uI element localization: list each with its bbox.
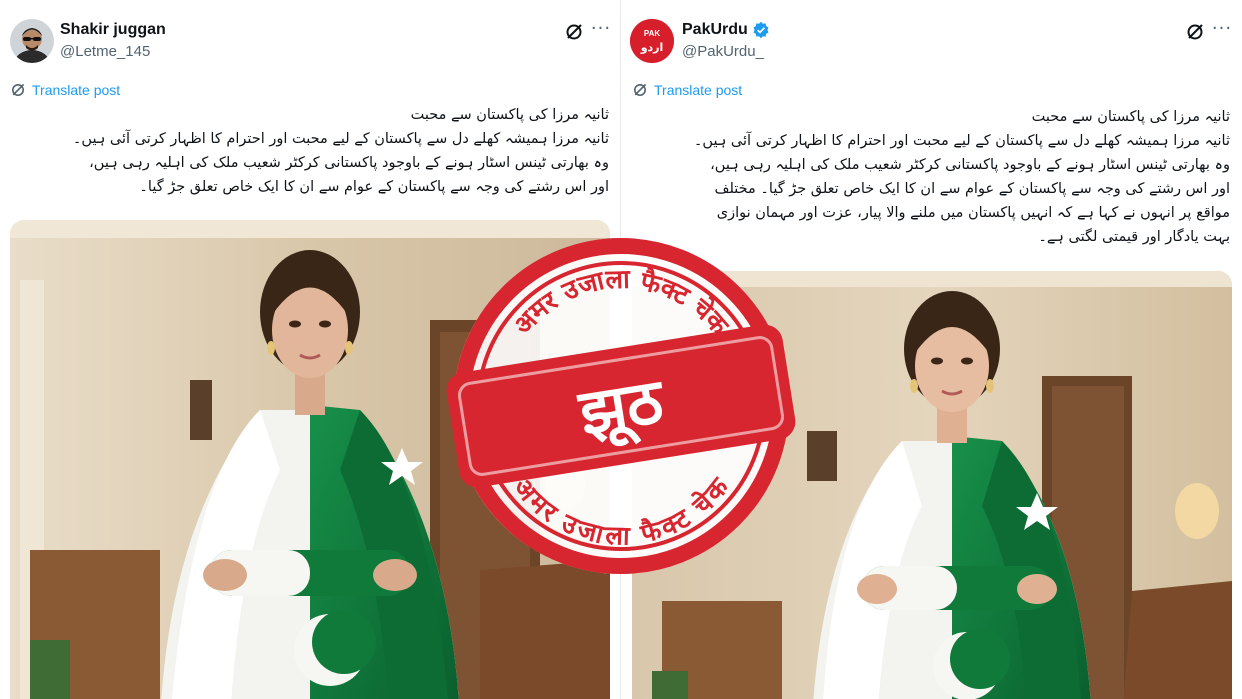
- translate-label: Translate post: [32, 82, 121, 98]
- post-text-line: ثانیہ مرزا ہمیشہ کھلے دل سے پاکستان کے ل…: [72, 131, 609, 147]
- post-text-line: اور اس رشتے کی وجہ سے پاکستان کے عوام سے…: [714, 181, 1230, 197]
- post-text: ثانیہ مرزا کی پاکستان سے محبت ثانیہ مرزا…: [73, 103, 609, 199]
- translate-label: Translate post: [654, 82, 743, 98]
- more-options-icon[interactable]: ···: [1210, 20, 1234, 44]
- avatar[interactable]: [10, 19, 54, 63]
- translate-post-link[interactable]: Translate post: [10, 82, 120, 98]
- user-handle[interactable]: @PakUrdu_: [682, 43, 764, 60]
- post-text-line: ثانیہ مرزا ہمیشہ کھلے دل سے پاکستان کے ل…: [693, 133, 1230, 149]
- verified-badge-icon: [753, 21, 769, 39]
- post-text-line: اور اس رشتے کی وجہ سے پاکستان کے عوام سے…: [139, 179, 609, 195]
- grok-icon[interactable]: [564, 22, 584, 42]
- post-text-line: ثانیہ مرزا کی پاکستان سے محبت: [1031, 109, 1230, 125]
- post-text-line: مواقع پر انہوں نے کہا ہے کہ انہیں پاکستا…: [716, 205, 1230, 221]
- post-text-line: وہ بھارتی ٹینس اسٹار ہونے کے باوجود پاکس…: [710, 157, 1230, 173]
- display-name[interactable]: PakUrdu: [682, 21, 748, 39]
- translate-icon: [634, 83, 647, 96]
- avatar[interactable]: PAK اردو: [630, 19, 674, 63]
- translate-post-link[interactable]: Translate post: [632, 82, 742, 98]
- avatar-text-bottom: اردو: [640, 41, 664, 54]
- name-row: PakUrdu: [682, 21, 770, 39]
- post-text-line: وہ بھارتی ٹینس اسٹار ہونے کے باوجود پاکس…: [89, 155, 609, 171]
- avatar-text-top: PAK: [644, 29, 661, 38]
- more-options-icon[interactable]: ···: [589, 20, 613, 44]
- grok-icon[interactable]: [1185, 22, 1205, 42]
- post-text-line: ثانیہ مرزا کی پاکستان سے محبت: [410, 107, 609, 123]
- display-name[interactable]: Shakir juggan: [60, 21, 166, 39]
- fact-check-stamp: अमर उजाला फैक्ट चेक अमर उजाला फैक्ट चेक …: [443, 228, 799, 584]
- translate-icon: [12, 83, 25, 96]
- user-handle[interactable]: @Letme_145: [60, 43, 150, 60]
